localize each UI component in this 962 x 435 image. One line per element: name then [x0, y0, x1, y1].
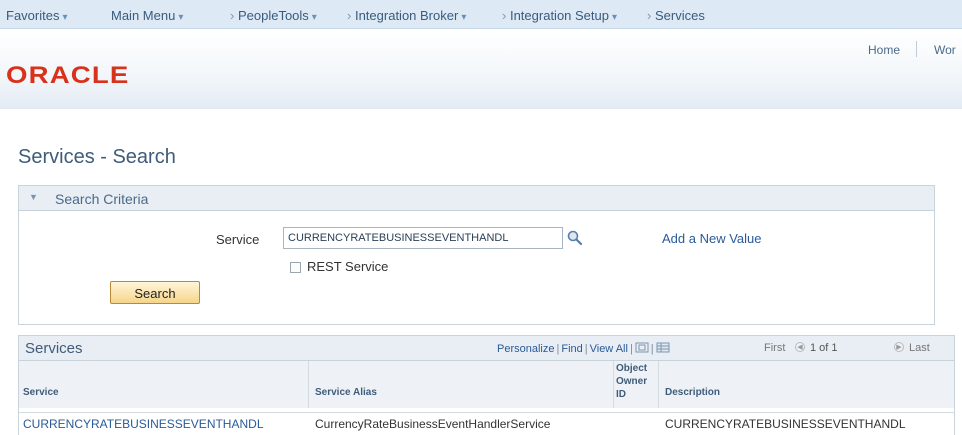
column-header-label: Service Alias — [315, 387, 377, 398]
personalize-link[interactable]: Personalize — [497, 343, 554, 355]
column-header-label: Service — [23, 387, 59, 398]
service-input[interactable] — [283, 227, 563, 249]
first-page-link[interactable]: First — [764, 342, 785, 354]
peopletools-label: PeopleTools — [237, 8, 309, 23]
arrow-left-icon[interactable]: ◀ — [795, 342, 805, 352]
integration-broker-label: Integration Broker — [354, 8, 459, 23]
main-menu-label: Main Menu — [111, 8, 176, 23]
worklist-link[interactable]: Wor — [934, 43, 956, 57]
chevron-down-icon: ▾ — [612, 12, 618, 23]
find-link[interactable]: Find — [561, 343, 582, 355]
breadcrumb-services[interactable]: › Services — [647, 8, 705, 23]
rest-service-checkbox[interactable] — [290, 262, 301, 273]
column-header-description[interactable]: Description — [659, 361, 954, 408]
view-all-link[interactable]: View All — [590, 343, 628, 355]
chevron-down-icon: ▾ — [461, 12, 467, 23]
column-header-label: Description — [665, 387, 721, 398]
chevron-down-icon: ▾ — [311, 12, 317, 23]
top-navigation-bar: Favorites ▾ Main Menu ▾ › PeopleTools ▾ › I… — [0, 0, 962, 29]
search-criteria-header[interactable]: ▼ Search Criteria — [19, 186, 934, 211]
grid-download-icon[interactable] — [656, 342, 670, 353]
magnifier-icon[interactable] — [566, 229, 584, 247]
add-new-value-link[interactable]: Add a New Value — [662, 231, 762, 246]
breadcrumb-separator-icon: › — [230, 8, 235, 23]
arrow-right-icon[interactable]: ▶ — [894, 342, 904, 352]
zoom-icon[interactable] — [635, 342, 649, 353]
header-band: ORACLE Home Wor — [0, 29, 962, 109]
chevron-down-icon: ▾ — [62, 12, 68, 23]
oracle-logo: ORACLE — [6, 62, 130, 89]
chevron-down-icon: ▾ — [178, 12, 184, 23]
column-header-service[interactable]: Service — [19, 361, 309, 408]
column-header-label: Object — [616, 363, 648, 374]
column-header-label: ID — [616, 389, 626, 400]
breadcrumb-separator-icon: › — [502, 8, 507, 23]
integration-setup-label: Integration Setup — [509, 8, 609, 23]
favorites-menu[interactable]: Favorites ▾ — [6, 8, 68, 23]
breadcrumb-integration-broker[interactable]: › Integration Broker ▾ — [347, 8, 466, 23]
search-criteria-box: ▼ Search Criteria — [18, 185, 935, 325]
service-cell-link[interactable]: CURRENCYRATEBUSINESSEVENTHANDL — [23, 417, 307, 431]
page-title: Services - Search — [18, 146, 176, 168]
triangle-down-icon[interactable]: ▼ — [29, 192, 38, 202]
column-header-service-alias[interactable]: Service Alias — [309, 361, 614, 408]
search-button[interactable]: Search — [110, 281, 200, 304]
services-grid-header: Services Personalize | Find | View All | | Fir… — [19, 336, 954, 361]
service-field-label: Service — [216, 232, 260, 247]
breadcrumb-peopletools[interactable]: › PeopleTools ▾ — [230, 8, 317, 23]
row-divider — [19, 412, 954, 413]
service-alias-cell: CurrencyRateBusinessEventHandlerService — [315, 417, 551, 431]
breadcrumb-separator-icon: › — [647, 8, 652, 23]
breadcrumb-separator-icon: › — [347, 8, 352, 23]
header-divider — [916, 41, 917, 57]
last-page-link[interactable]: Last — [909, 342, 930, 354]
main-menu[interactable]: Main Menu ▾ — [111, 8, 183, 23]
breadcrumb-integration-setup[interactable]: › Integration Setup ▾ — [502, 8, 617, 23]
description-cell: CURRENCYRATEBUSINESSEVENTHANDL — [665, 417, 906, 431]
row-count: 1 of 1 — [810, 342, 838, 354]
rest-service-label: REST Service — [307, 259, 389, 274]
favorites-label: Favorites — [6, 8, 60, 23]
services-label: Services — [654, 8, 705, 23]
home-link[interactable]: Home — [868, 43, 900, 57]
services-grid: Services Personalize | Find | View All | | Fir… — [18, 335, 955, 435]
grid-toolbar: Personalize | Find | View All | | — [497, 342, 670, 355]
column-header-object-owner-id[interactable]: Object Owner ID — [614, 361, 659, 408]
column-header-label: Owner — [616, 376, 648, 387]
search-criteria-title: Search Criteria — [55, 191, 149, 207]
services-grid-title: Services — [25, 340, 83, 357]
